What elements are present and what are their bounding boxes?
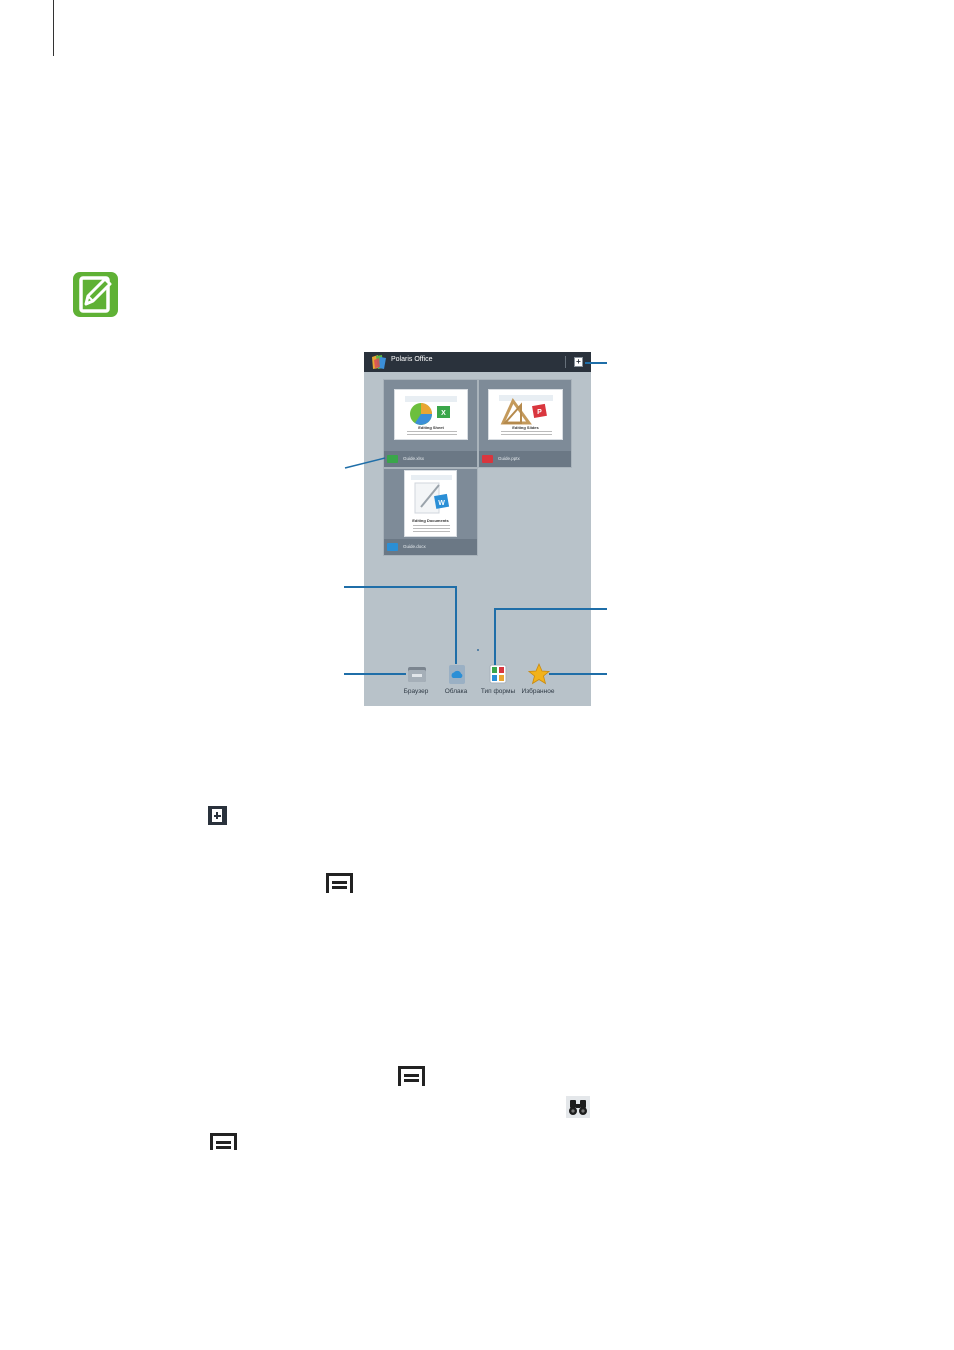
excel-file-icon bbox=[387, 455, 398, 463]
svg-text:P: P bbox=[537, 409, 542, 416]
binoculars-icon bbox=[566, 1096, 590, 1118]
callout-line-favorites bbox=[549, 673, 607, 675]
file-name: Guide.docx bbox=[403, 544, 426, 549]
word-file-icon bbox=[387, 543, 398, 551]
page-indicator-dot bbox=[477, 649, 479, 651]
file-name: Guide.pptx bbox=[498, 456, 520, 461]
app-screenshot: Polaris Office + X Editing Sheet Guide.x… bbox=[364, 352, 591, 706]
callout-line-documents-diag bbox=[344, 457, 386, 469]
thumbnail-text-lines bbox=[501, 431, 552, 432]
new-document-button[interactable]: + bbox=[574, 357, 583, 367]
thumbnail-caption: Editing Sheet bbox=[418, 425, 444, 430]
svg-text:W: W bbox=[438, 500, 445, 507]
file-name: Guide.xlsx bbox=[403, 456, 425, 461]
title-bar: Polaris Office + bbox=[364, 352, 591, 372]
thumbnail-text-lines bbox=[413, 525, 450, 526]
pie-chart-icon: X bbox=[405, 396, 457, 425]
thumbnail-text-lines bbox=[407, 434, 457, 435]
thumbnail-text-lines bbox=[413, 528, 450, 529]
thumbnail-caption: Editing Documents bbox=[412, 518, 449, 523]
app-title: Polaris Office bbox=[391, 356, 433, 363]
dock-label-browser: Браузер bbox=[403, 688, 429, 695]
note-icon bbox=[72, 271, 119, 318]
tile-footer: Guide.pptx bbox=[479, 451, 571, 467]
new-document-icon bbox=[208, 806, 227, 825]
document-thumbnail: X Editing Sheet bbox=[394, 389, 468, 440]
folder-icon[interactable] bbox=[406, 663, 428, 685]
callout-line-browser bbox=[344, 673, 406, 675]
svg-text:X: X bbox=[441, 410, 446, 417]
document-thumbnail: P Editing Slides bbox=[488, 389, 563, 440]
callout-line-cloud-v bbox=[455, 586, 457, 664]
menu-icon bbox=[326, 873, 353, 893]
dock-label-favorites: Избранное bbox=[521, 688, 555, 695]
powerpoint-file-icon bbox=[482, 455, 493, 463]
triangle-ruler-icon: P bbox=[499, 395, 553, 425]
pencil-document-icon: W bbox=[411, 475, 452, 514]
callout-line-cloud-h bbox=[344, 586, 457, 588]
dock-label-form-type: Тип формы bbox=[480, 688, 516, 695]
document-tile-xlsx[interactable]: X Editing Sheet Guide.xlsx bbox=[383, 379, 478, 468]
tile-footer: Guide.xlsx bbox=[384, 451, 477, 467]
callout-line-form-type-h bbox=[494, 608, 607, 610]
dock-label-cloud: Облака bbox=[444, 688, 468, 695]
document-tile-pptx[interactable]: P Editing Slides Guide.pptx bbox=[478, 379, 572, 468]
titlebar-divider bbox=[565, 356, 566, 368]
menu-icon bbox=[398, 1066, 425, 1086]
thumbnail-text-lines bbox=[407, 431, 457, 432]
document-tile-docx[interactable]: W Editing Documents Guide.docx bbox=[383, 468, 478, 556]
thumbnail-text-lines bbox=[413, 531, 450, 532]
callout-line-new-document bbox=[585, 362, 607, 364]
tile-footer: Guide.docx bbox=[384, 539, 477, 555]
page-margin-rule bbox=[53, 0, 54, 56]
thumbnail-caption: Editing Slides bbox=[512, 425, 539, 430]
polaris-logo-icon bbox=[372, 355, 386, 369]
star-icon[interactable] bbox=[528, 663, 550, 685]
document-thumbnail: W Editing Documents bbox=[404, 470, 457, 537]
callout-line-form-type-v bbox=[494, 608, 496, 665]
menu-icon bbox=[210, 1133, 237, 1150]
cloud-icon[interactable] bbox=[447, 663, 467, 685]
thumbnail-text-lines bbox=[501, 434, 552, 435]
form-type-icon[interactable] bbox=[489, 664, 507, 684]
